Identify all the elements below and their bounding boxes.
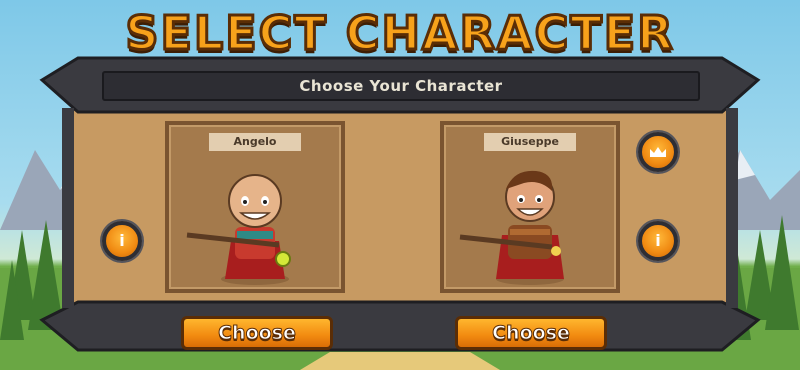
game-scene: SELECT CHARACTER Choose Your Character A… xyxy=(0,0,800,370)
panel-subtitle: Choose Your Character xyxy=(299,77,503,95)
info-button-angelo[interactable]: i xyxy=(102,221,142,261)
choose-button-giuseppe[interactable]: Choose xyxy=(455,316,607,350)
character-card-angelo[interactable]: Angelo xyxy=(165,121,345,293)
premium-character-button[interactable] xyxy=(638,132,678,172)
character-card-giuseppe[interactable]: Giuseppe xyxy=(440,121,620,293)
choose-button-angelo[interactable]: Choose xyxy=(181,316,333,350)
character-name: Giuseppe xyxy=(484,133,576,151)
character-portrait-angelo xyxy=(186,174,291,285)
character-panel xyxy=(39,56,761,352)
info-icon: i xyxy=(119,231,125,250)
subtitle-bar: Choose Your Character xyxy=(102,71,700,101)
character-portrait-giuseppe xyxy=(459,170,564,285)
info-icon: i xyxy=(655,231,661,250)
crown-icon xyxy=(650,147,666,157)
info-button-giuseppe[interactable]: i xyxy=(638,221,678,261)
character-name: Angelo xyxy=(209,133,301,151)
